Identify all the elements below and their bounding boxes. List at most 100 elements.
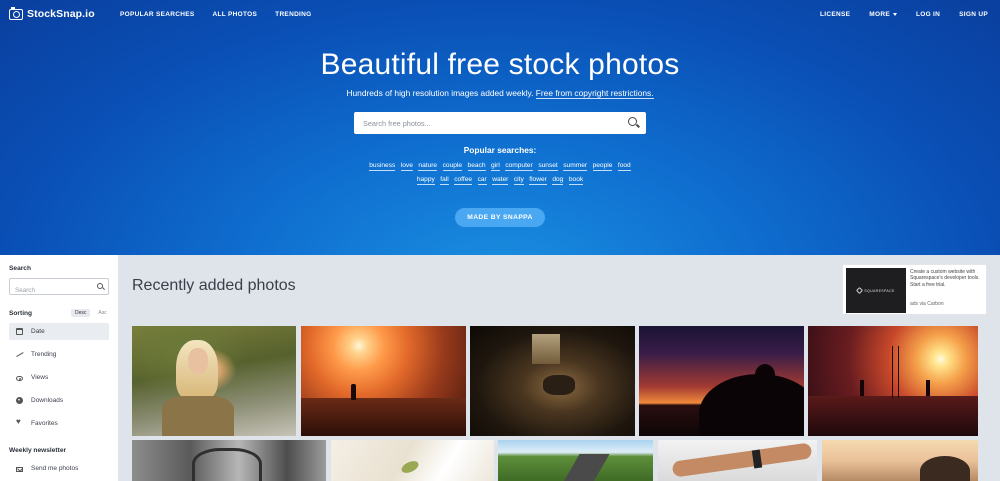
ad-image[interactable]: SQUARESPACE (846, 268, 906, 313)
photo-detail (755, 364, 775, 386)
photo-detail (556, 454, 610, 481)
photo-thumbnail[interactable] (822, 440, 978, 481)
sort-item-downloads[interactable]: Downloads (9, 392, 109, 409)
ad-text[interactable]: Create a custom website with Squarespace… (910, 269, 986, 288)
nav-log-in[interactable]: LOG IN (916, 11, 940, 18)
sort-desc-option[interactable]: Desc (71, 309, 91, 317)
sort-item-label: Favorites (31, 420, 58, 427)
newsletter-heading: Weekly newsletter (9, 447, 67, 454)
photo-thumbnail[interactable] (132, 326, 296, 436)
photo-thumbnail[interactable] (132, 440, 326, 481)
photo-detail (860, 380, 864, 396)
hero-search-input[interactable] (354, 112, 604, 134)
search-icon[interactable] (628, 117, 637, 126)
tag-link[interactable]: business (369, 162, 396, 171)
tag-link[interactable]: sunset (538, 162, 558, 171)
photo-detail (532, 334, 560, 364)
photo-detail (542, 374, 576, 396)
hero-banner: StockSnap.io POPULAR SEARCHES ALL PHOTOS… (0, 0, 1000, 255)
sort-item-label: Date (31, 328, 45, 335)
photo-detail (920, 456, 970, 481)
nav-left: POPULAR SEARCHES ALL PHOTOS TRENDING (120, 11, 312, 18)
copyright-link[interactable]: Free from copyright restrictions. (535, 88, 654, 99)
sort-item-favorites[interactable]: Favorites (9, 415, 109, 432)
photo-detail (926, 380, 930, 396)
ad-brand: SQUARESPACE (864, 288, 895, 293)
tag-link[interactable]: car (477, 176, 487, 185)
calendar-icon (16, 328, 23, 335)
hero-subtitle-text: Hundreds of high resolution images added… (346, 88, 534, 98)
hero-title: Beautiful free stock photos (320, 48, 680, 81)
carbon-ad[interactable]: SQUARESPACE Create a custom website with… (842, 264, 987, 315)
tag-link[interactable]: summer (563, 162, 588, 171)
sort-item-label: Downloads (31, 397, 64, 404)
sort-asc-option[interactable]: Asc (94, 309, 110, 317)
send-me-photos-label: Send me photos (31, 465, 79, 472)
photo-detail (671, 442, 813, 478)
tag-link[interactable]: book (568, 176, 584, 185)
sort-item-trending[interactable]: Trending (9, 346, 109, 363)
photo-thumbnail[interactable] (639, 326, 804, 436)
tag-link[interactable]: happy (416, 176, 435, 185)
photo-thumbnail[interactable] (301, 326, 466, 436)
nav-license[interactable]: LICENSE (820, 11, 850, 18)
nav-sign-up[interactable]: SIGN UP (959, 11, 988, 18)
tag-link[interactable]: water (492, 176, 509, 185)
tag-link[interactable]: flower (529, 176, 547, 185)
sorting-heading: Sorting (9, 310, 33, 317)
tag-link[interactable]: city (513, 176, 524, 185)
photo-thumbnail[interactable] (331, 440, 494, 481)
sidebar-search-input[interactable] (10, 283, 90, 298)
photo-thumbnail[interactable] (470, 326, 635, 436)
sort-order-toggle: Desc Asc (71, 309, 111, 317)
photo-detail (808, 396, 978, 436)
ads-via-carbon-link[interactable]: ads via Carbon (910, 301, 944, 307)
photo-detail (301, 398, 466, 436)
sort-item-views[interactable]: Views (9, 369, 109, 386)
photo-thumbnail[interactable] (808, 326, 978, 436)
nav-more-label: MORE (869, 11, 890, 18)
nav-more[interactable]: MORE (869, 11, 897, 18)
photo-detail (351, 384, 356, 400)
tag-link[interactable]: love (400, 162, 413, 171)
tag-link[interactable]: food (617, 162, 631, 171)
sort-item-label: Views (31, 374, 49, 381)
tag-link[interactable]: people (592, 162, 613, 171)
popular-tags-row-2: happy fall coffee car water city flower … (250, 176, 750, 185)
made-by-snappa-button[interactable]: MADE BY SNAPPA (455, 208, 545, 227)
tag-link[interactable]: girl (491, 162, 500, 171)
photo-detail (399, 458, 421, 476)
nav-popular-searches[interactable]: POPULAR SEARCHES (120, 11, 195, 18)
sort-item-date[interactable]: Date (9, 323, 109, 340)
photo-detail (188, 348, 208, 374)
hero-search-box (354, 112, 646, 134)
tag-link[interactable]: beach (467, 162, 486, 171)
search-icon[interactable] (97, 283, 103, 289)
heart-icon (16, 417, 23, 427)
tag-link[interactable]: dog (552, 176, 564, 185)
tag-link[interactable]: couple (442, 162, 463, 171)
photo-thumbnail[interactable] (498, 440, 653, 481)
logo-text: StockSnap.io (27, 8, 95, 20)
squarespace-logo-icon (856, 286, 864, 295)
trending-icon (16, 351, 23, 358)
photo-detail (192, 448, 262, 481)
sidebar-search-heading: Search (9, 265, 31, 272)
eye-icon (16, 376, 23, 381)
tag-link[interactable]: coffee (454, 176, 473, 185)
download-icon (16, 397, 23, 404)
tag-link[interactable]: computer (505, 162, 533, 171)
photo-thumbnail[interactable] (658, 440, 817, 481)
photo-detail (892, 346, 899, 398)
nav-trending[interactable]: TRENDING (275, 11, 311, 18)
send-me-photos-item[interactable]: Send me photos (9, 460, 109, 477)
recently-added-title: Recently added photos (132, 277, 296, 294)
tag-link[interactable]: fall (440, 176, 449, 185)
tag-link[interactable]: nature (418, 162, 438, 171)
nav-all-photos[interactable]: ALL PHOTOS (213, 11, 258, 18)
mail-icon (16, 467, 23, 472)
photo-detail (162, 396, 234, 436)
chevron-down-icon (892, 12, 897, 16)
popular-tags-row-1: business love nature couple beach girl c… (250, 162, 750, 171)
logo[interactable]: StockSnap.io (9, 6, 95, 20)
